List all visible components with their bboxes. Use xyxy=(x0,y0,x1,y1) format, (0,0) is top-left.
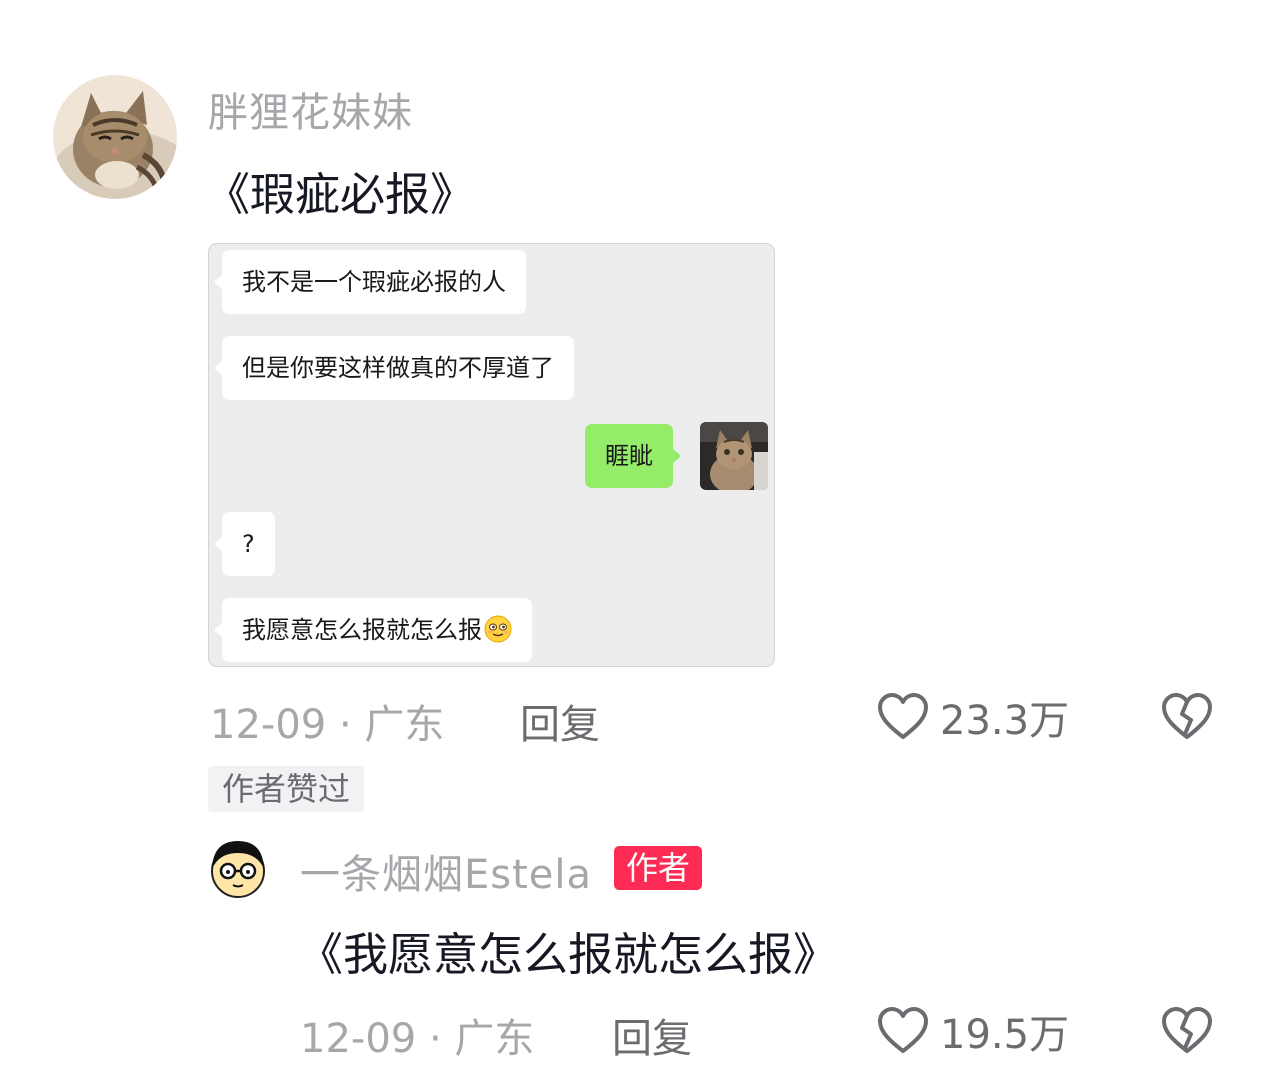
comment-date-location: 12-09 · 广东 xyxy=(210,702,445,748)
reply-button[interactable]: 回复 xyxy=(612,1006,692,1064)
commenter-username[interactable]: 胖狸花妹妹 xyxy=(208,80,413,138)
reply-date-location: 12-09 · 广东 xyxy=(300,1016,535,1062)
like-button[interactable]: 23.3万 xyxy=(876,690,1069,744)
reply-button[interactable]: 回复 xyxy=(520,692,600,750)
broken-heart-icon[interactable] xyxy=(1160,692,1214,742)
chat-bubble-incoming: 但是你要这样做真的不厚道了 xyxy=(214,336,574,400)
heart-icon xyxy=(878,1007,928,1053)
cat-avatar-icon xyxy=(700,422,768,490)
like-count: 23.3万 xyxy=(940,698,1070,744)
chat-sender-avatar xyxy=(700,422,768,490)
replier-avatar[interactable] xyxy=(205,835,271,901)
chat-bubble-outgoing: 睚眦 xyxy=(585,424,681,488)
like-count: 19.5万 xyxy=(940,1012,1070,1058)
heart-icon xyxy=(878,693,928,739)
author-badge: 作者 xyxy=(614,846,703,890)
reply-text: 《我愿意怎么报就怎么报》 xyxy=(298,928,839,981)
like-button[interactable]: 19.5万 xyxy=(876,1004,1069,1058)
commenter-avatar[interactable] xyxy=(53,75,177,199)
chat-screenshot-image[interactable]: 我不是一个瑕疵必报的人 但是你要这样做真的不厚道了 睚眦 ? 我愿意怎么报就怎么… xyxy=(208,243,775,667)
chat-bubble-text: 我愿意怎么报就怎么报 xyxy=(242,616,482,644)
chat-bubble-incoming: ? xyxy=(214,512,275,576)
comment-text: 《瑕疵必报》 xyxy=(205,168,476,221)
author-liked-tag: 作者赞过 xyxy=(208,766,365,812)
tabby-cat-photo xyxy=(53,75,177,199)
replier-username[interactable]: 一条烟烟Estela xyxy=(300,842,592,900)
broken-heart-icon[interactable] xyxy=(1160,1006,1214,1056)
smiling-emoji-icon xyxy=(484,615,512,643)
chat-bubble-incoming: 我愿意怎么报就怎么报 xyxy=(214,598,532,662)
cartoon-glasses-avatar xyxy=(205,835,271,901)
chat-bubble-incoming: 我不是一个瑕疵必报的人 xyxy=(214,250,526,314)
